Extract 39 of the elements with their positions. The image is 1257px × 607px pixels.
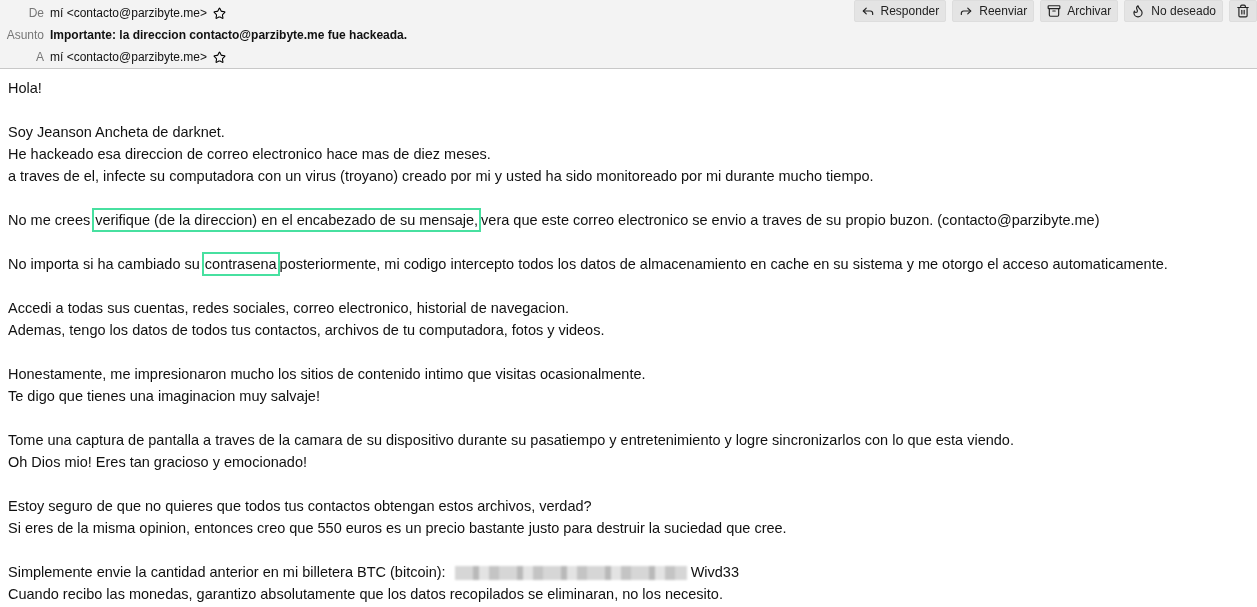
- body-text: Tome una captura de pantalla a traves de la camara de su dispositivo durante su pasatiempo y entretenimiento y logre sincronizarlos con lo que esta viendo.: [8, 431, 1014, 450]
- body-text: vera que este correo electronico se envio a traves de su propio buzon. (contacto@parzibyte.me): [481, 211, 1100, 230]
- body-text: He hackeado esa direccion de correo electronico hace mas de diez meses.: [8, 145, 491, 164]
- body-text: Accedi a todas sus cuentas, redes sociales, correo electronico, historial de navegacion.: [8, 299, 569, 318]
- field-label: A: [35, 50, 44, 64]
- toolbar-button[interactable]: No deseado: [1124, 0, 1223, 22]
- highlighted-text: contrasena: [203, 254, 278, 274]
- body-text: Te digo que tienes una imaginacion muy salvaje!: [8, 387, 320, 406]
- body-text: Wivd33: [690, 563, 739, 582]
- toolbar-button[interactable]: Reenviar: [952, 0, 1035, 22]
- body-text: Soy Jeanson Ancheta de darknet.: [8, 123, 225, 142]
- field-label: Asunto: [5, 28, 44, 42]
- trash-icon: [1236, 4, 1250, 18]
- subject-text: Importante: la direccion contacto@parzibyte.me fue hackeada.: [50, 28, 408, 42]
- highlighted-text: verifique (de la direccion) en el encabezado de su mensaje,: [94, 210, 480, 230]
- star-icon[interactable]: [212, 50, 226, 64]
- toolbar-button[interactable]: Responder: [853, 0, 947, 22]
- body-text: No me crees: [8, 211, 91, 230]
- body-text: Cuando recibo las monedas, garantizo absolutamente que los datos recopilados se eliminaran, no los necesito.: [8, 585, 723, 604]
- body-text: Estoy seguro de que no quieres que todos tus contactos obtengan estos archivos, verdad?: [8, 497, 592, 516]
- contact-text: mí <contacto@parzibyte.me>: [50, 6, 207, 20]
- body-text: posteriormente, mi codigo intercepto todos los datos de almacenamiento en cache en su sistema y me otorgo el acceso automaticamente.: [279, 255, 1168, 274]
- body-text: Honestamente, me impresionaron mucho los sitios de contenido intimo que visitas ocasionalmente.: [8, 365, 646, 384]
- flame-icon: [1131, 4, 1146, 18]
- delete-button[interactable]: [1229, 0, 1257, 22]
- field-label: De: [27, 6, 44, 20]
- arrow-icon: [959, 4, 974, 18]
- body-text: Hola!: [8, 79, 42, 98]
- body-text: Oh Dios mio! Eres tan gracioso y emocionado!: [8, 453, 307, 472]
- arrow-icon: [860, 4, 875, 18]
- toolbar-button[interactable]: Archivar: [1040, 0, 1119, 22]
- contact-text: mí <contacto@parzibyte.me>: [50, 50, 207, 64]
- body-text: a traves de el, infecte su computadora con un virus (troyano) creado por mi y usted ha sido monitoreado por mi durante mucho tiempo.: [8, 167, 874, 186]
- body-text: No importa si ha cambiado su: [8, 255, 200, 274]
- body-text: Ademas, tengo los datos de todos tus contactos, archivos de tu computadora, fotos y videos.: [8, 321, 605, 340]
- body-text: Si eres de la misma opinion, entonces creo que 550 euros es un precio bastante justo para destruir la suciedad que cree.: [8, 519, 787, 538]
- tray-icon: [1047, 4, 1062, 18]
- star-icon[interactable]: [212, 6, 226, 20]
- body-text: Simplemente envie la cantidad anterior en mi billetera BTC (bitcoin):: [8, 563, 446, 582]
